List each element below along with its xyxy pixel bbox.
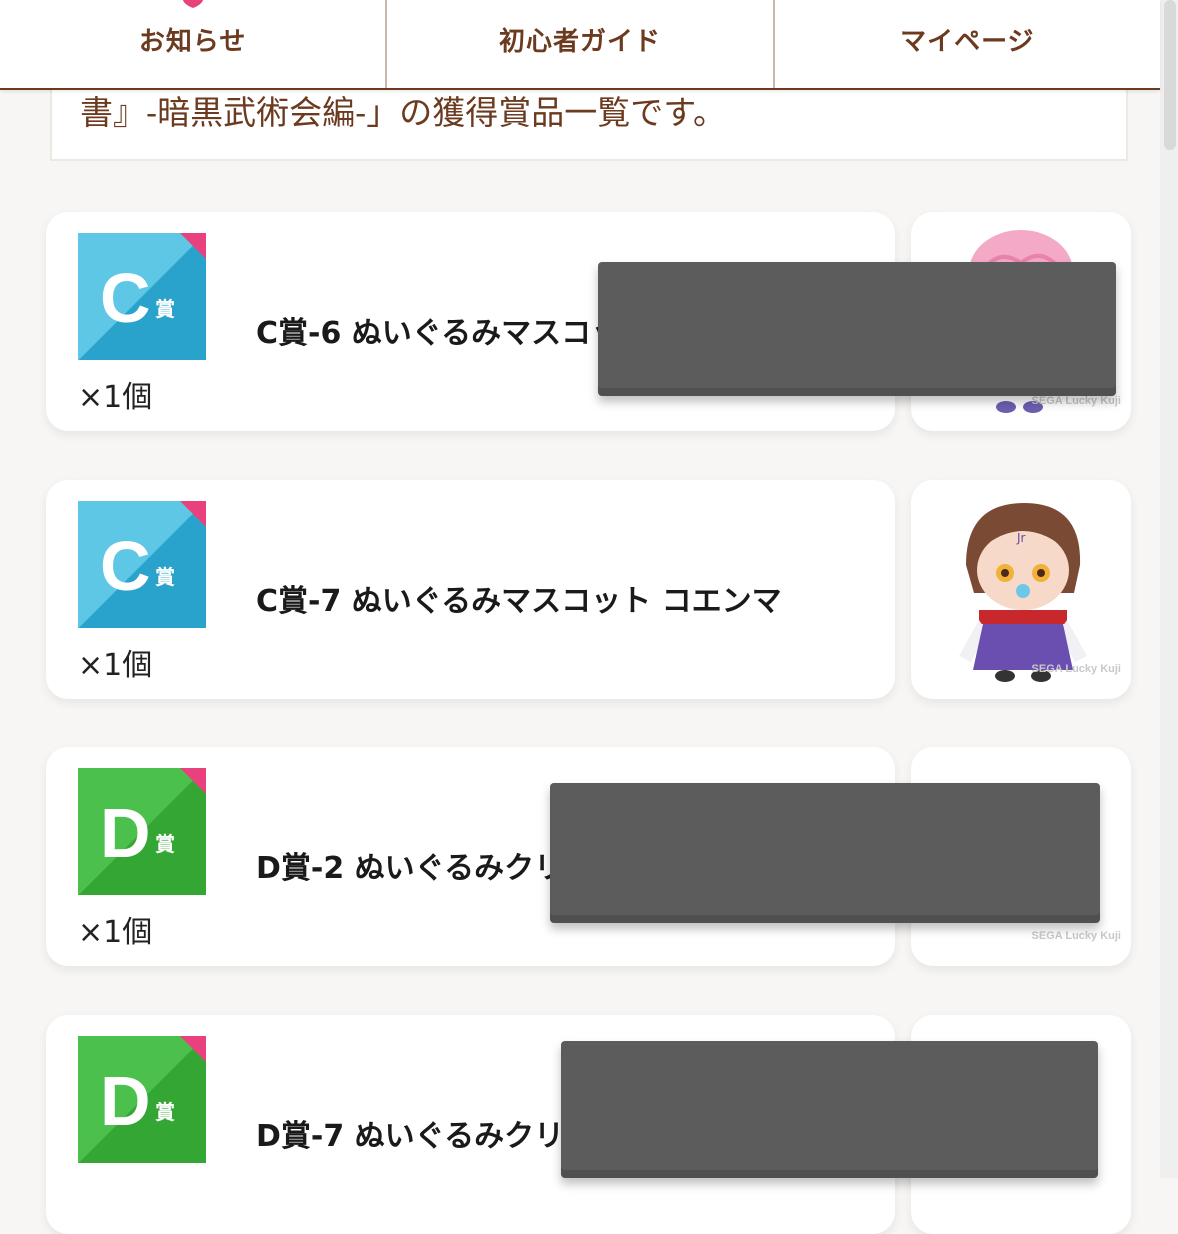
grade-d-badge: D 賞 — [78, 1036, 206, 1163]
prize-name[interactable]: C賞-7 ぬいぐるみマスコット コエンマ — [256, 576, 782, 620]
nav-item-mypage[interactable]: マイページ — [772, 0, 1160, 88]
prize-card[interactable]: C 賞 C賞-7 ぬいぐるみマスコット コエンマ ×1個 — [46, 480, 895, 699]
nav-item-label: お知らせ — [138, 27, 247, 57]
watermark: SEGA Lucky Kuji — [1031, 930, 1121, 942]
bell-icon — [182, 0, 203, 8]
grade-letter: D — [100, 794, 151, 872]
nav-item-label: マイページ — [900, 27, 1035, 57]
grade-kanji: 賞 — [155, 832, 175, 856]
svg-text:Jr: Jr — [1016, 531, 1026, 545]
prize-name[interactable]: D賞-2 ぬいぐるみクリ — [256, 843, 564, 887]
watermark: SEGA Lucky Kuji — [1031, 663, 1121, 675]
redaction-block — [550, 783, 1100, 923]
intro-text: 書』-暗黒武術会編-」の獲得賞品一覧です。 — [80, 93, 727, 132]
prize-quantity: ×1個 — [78, 648, 153, 683]
grade-c-badge: C 賞 — [78, 233, 206, 360]
grade-d-badge: D 賞 — [78, 768, 206, 895]
nav-item-news[interactable]: お知らせ — [0, 0, 385, 88]
grade-kanji: 賞 — [155, 565, 175, 589]
grade-letter: C — [100, 259, 151, 337]
nav-item-guide[interactable]: 初心者ガイド — [385, 0, 772, 88]
scrollbar-thumb[interactable] — [1164, 0, 1176, 150]
nav-item-label: 初心者ガイド — [498, 27, 661, 57]
top-navigation: お知らせ 初心者ガイド マイページ — [0, 0, 1160, 90]
grade-kanji: 賞 — [155, 297, 175, 321]
redaction-block — [598, 262, 1116, 396]
grade-letter: D — [100, 1062, 151, 1140]
grade-letter: C — [100, 527, 151, 605]
prize-quantity: ×1個 — [78, 915, 153, 950]
grade-kanji: 賞 — [155, 1100, 175, 1124]
prize-quantity: ×1個 — [78, 380, 153, 415]
redaction-block — [561, 1041, 1098, 1178]
guide-icon — [565, 0, 595, 8]
person-icon — [952, 0, 982, 8]
watermark: SEGA Lucky Kuji — [1031, 395, 1121, 407]
grade-c-badge: C 賞 — [78, 501, 206, 628]
intro-box: 書』-暗黒武術会編-」の獲得賞品一覧です。 — [50, 88, 1128, 161]
scrollbar-track[interactable] — [1160, 0, 1178, 1178]
prize-name[interactable]: D賞-7 ぬいぐるみクリ — [256, 1111, 564, 1155]
prize-name[interactable]: C賞-6 ぬいぐるみマスコッ — [256, 308, 621, 352]
prize-image[interactable]: Jr SEGA Lucky Kuji — [911, 480, 1131, 699]
